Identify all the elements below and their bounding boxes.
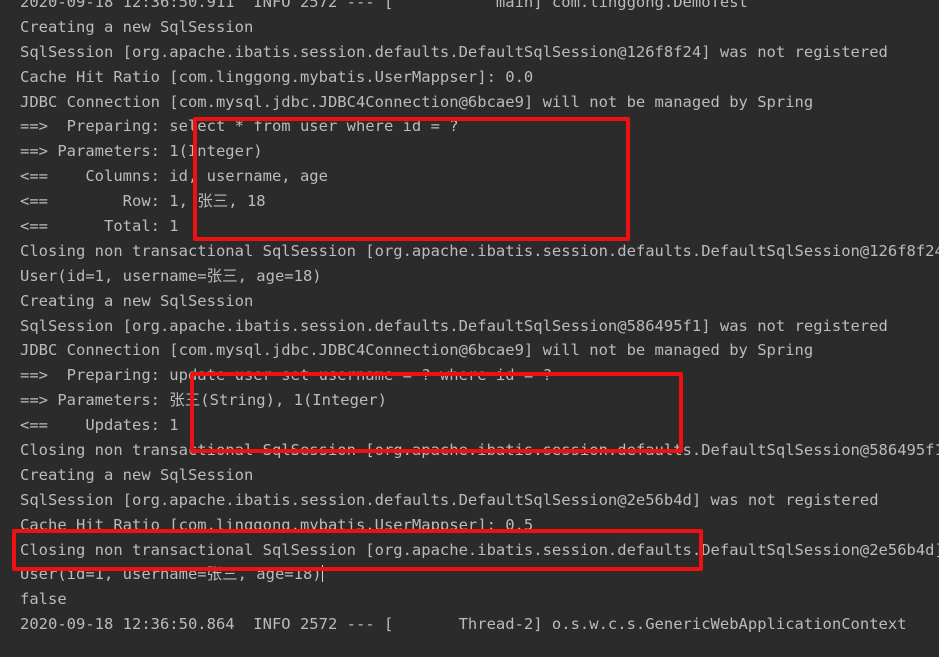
log-line-text: 2020-09-18 12:36:50.864 INFO 2572 --- [ … — [20, 615, 907, 634]
log-line-text: Cache Hit Ratio [com.linggong.mybatis.Us… — [20, 515, 534, 534]
log-line-text: JDBC Connection [com.mysql.jdbc.JDBC4Con… — [20, 92, 814, 111]
log-line-text: ==> Parameters: 1(Integer) — [20, 142, 263, 161]
log-line-text: User(id=1, username=张三, age=18) — [20, 565, 322, 584]
log-line: <== Columns: id, username, age — [20, 164, 939, 189]
log-line-text: Creating a new SqlSession — [20, 291, 254, 310]
log-line: Closing non transactional SqlSession [or… — [20, 239, 939, 264]
log-line: ==> Parameters: 1(Integer) — [20, 139, 939, 164]
log-line-text: Cache Hit Ratio [com.linggong.mybatis.Us… — [20, 67, 534, 86]
log-line-text: SqlSession [org.apache.ibatis.session.de… — [20, 42, 888, 61]
log-line-text: false — [20, 590, 67, 609]
log-line-text: SqlSession [org.apache.ibatis.session.de… — [20, 316, 888, 335]
log-line: ==> Preparing: select * from user where … — [20, 114, 939, 139]
log-line-text: <== Updates: 1 — [20, 416, 179, 435]
log-line-text: SqlSession [org.apache.ibatis.session.de… — [20, 490, 879, 509]
log-line-text: Closing non transactional SqlSession [or… — [20, 540, 939, 559]
log-line-text: 2020-09-18 12:36:50.911 INFO 2572 --- [ … — [20, 0, 748, 11]
log-line: JDBC Connection [com.mysql.jdbc.JDBC4Con… — [20, 338, 939, 363]
log-line: SqlSession [org.apache.ibatis.session.de… — [20, 488, 939, 513]
log-line: SqlSession [org.apache.ibatis.session.de… — [20, 40, 939, 65]
log-line-text: ==> Parameters: 张三(String), 1(Integer) — [20, 391, 387, 410]
log-line-text: Creating a new SqlSession — [20, 17, 254, 36]
log-line: Creating a new SqlSession — [20, 463, 939, 488]
log-console[interactable]: 2020-09-18 12:36:50.911 INFO 2572 --- [ … — [0, 0, 939, 657]
log-line-text: Closing non transactional SqlSession [or… — [20, 241, 939, 260]
log-line: 2020-09-18 12:36:50.911 INFO 2572 --- [ … — [20, 0, 939, 15]
log-line-text: User(id=1, username=张三, age=18) — [20, 266, 322, 285]
log-line: <== Updates: 1 — [20, 413, 939, 438]
log-line: <== Row: 1, 张三, 18 — [20, 189, 939, 214]
log-line-text: <== Total: 1 — [20, 217, 179, 236]
log-line-text: ==> Preparing: update user set username … — [20, 366, 552, 385]
log-line: User(id=1, username=张三, age=18) — [20, 562, 939, 587]
log-line-text: <== Row: 1, 张三, 18 — [20, 192, 266, 211]
log-line-list: 2020-09-18 12:36:50.911 INFO 2572 --- [ … — [20, 0, 939, 637]
log-line-text: ==> Preparing: select * from user where … — [20, 117, 459, 136]
log-line: User(id=1, username=张三, age=18) — [20, 264, 939, 289]
log-line-text: Closing non transactional SqlSession [or… — [20, 441, 939, 460]
log-line: ==> Preparing: update user set username … — [20, 363, 939, 388]
log-line: <== Total: 1 — [20, 214, 939, 239]
text-cursor — [321, 565, 323, 583]
log-line: Closing non transactional SqlSession [or… — [20, 538, 939, 563]
log-line: SqlSession [org.apache.ibatis.session.de… — [20, 314, 939, 339]
log-line-text: JDBC Connection [com.mysql.jdbc.JDBC4Con… — [20, 341, 814, 360]
log-line: JDBC Connection [com.mysql.jdbc.JDBC4Con… — [20, 90, 939, 115]
log-line: Creating a new SqlSession — [20, 289, 939, 314]
log-line-text: <== Columns: id, username, age — [20, 167, 328, 186]
log-line: Cache Hit Ratio [com.linggong.mybatis.Us… — [20, 65, 939, 90]
log-line-text: Creating a new SqlSession — [20, 465, 254, 484]
log-line: Creating a new SqlSession — [20, 15, 939, 40]
log-line: ==> Parameters: 张三(String), 1(Integer) — [20, 388, 939, 413]
log-line: Cache Hit Ratio [com.linggong.mybatis.Us… — [20, 513, 939, 538]
log-line: Closing non transactional SqlSession [or… — [20, 438, 939, 463]
log-line: 2020-09-18 12:36:50.864 INFO 2572 --- [ … — [20, 612, 939, 637]
log-line: false — [20, 587, 939, 612]
